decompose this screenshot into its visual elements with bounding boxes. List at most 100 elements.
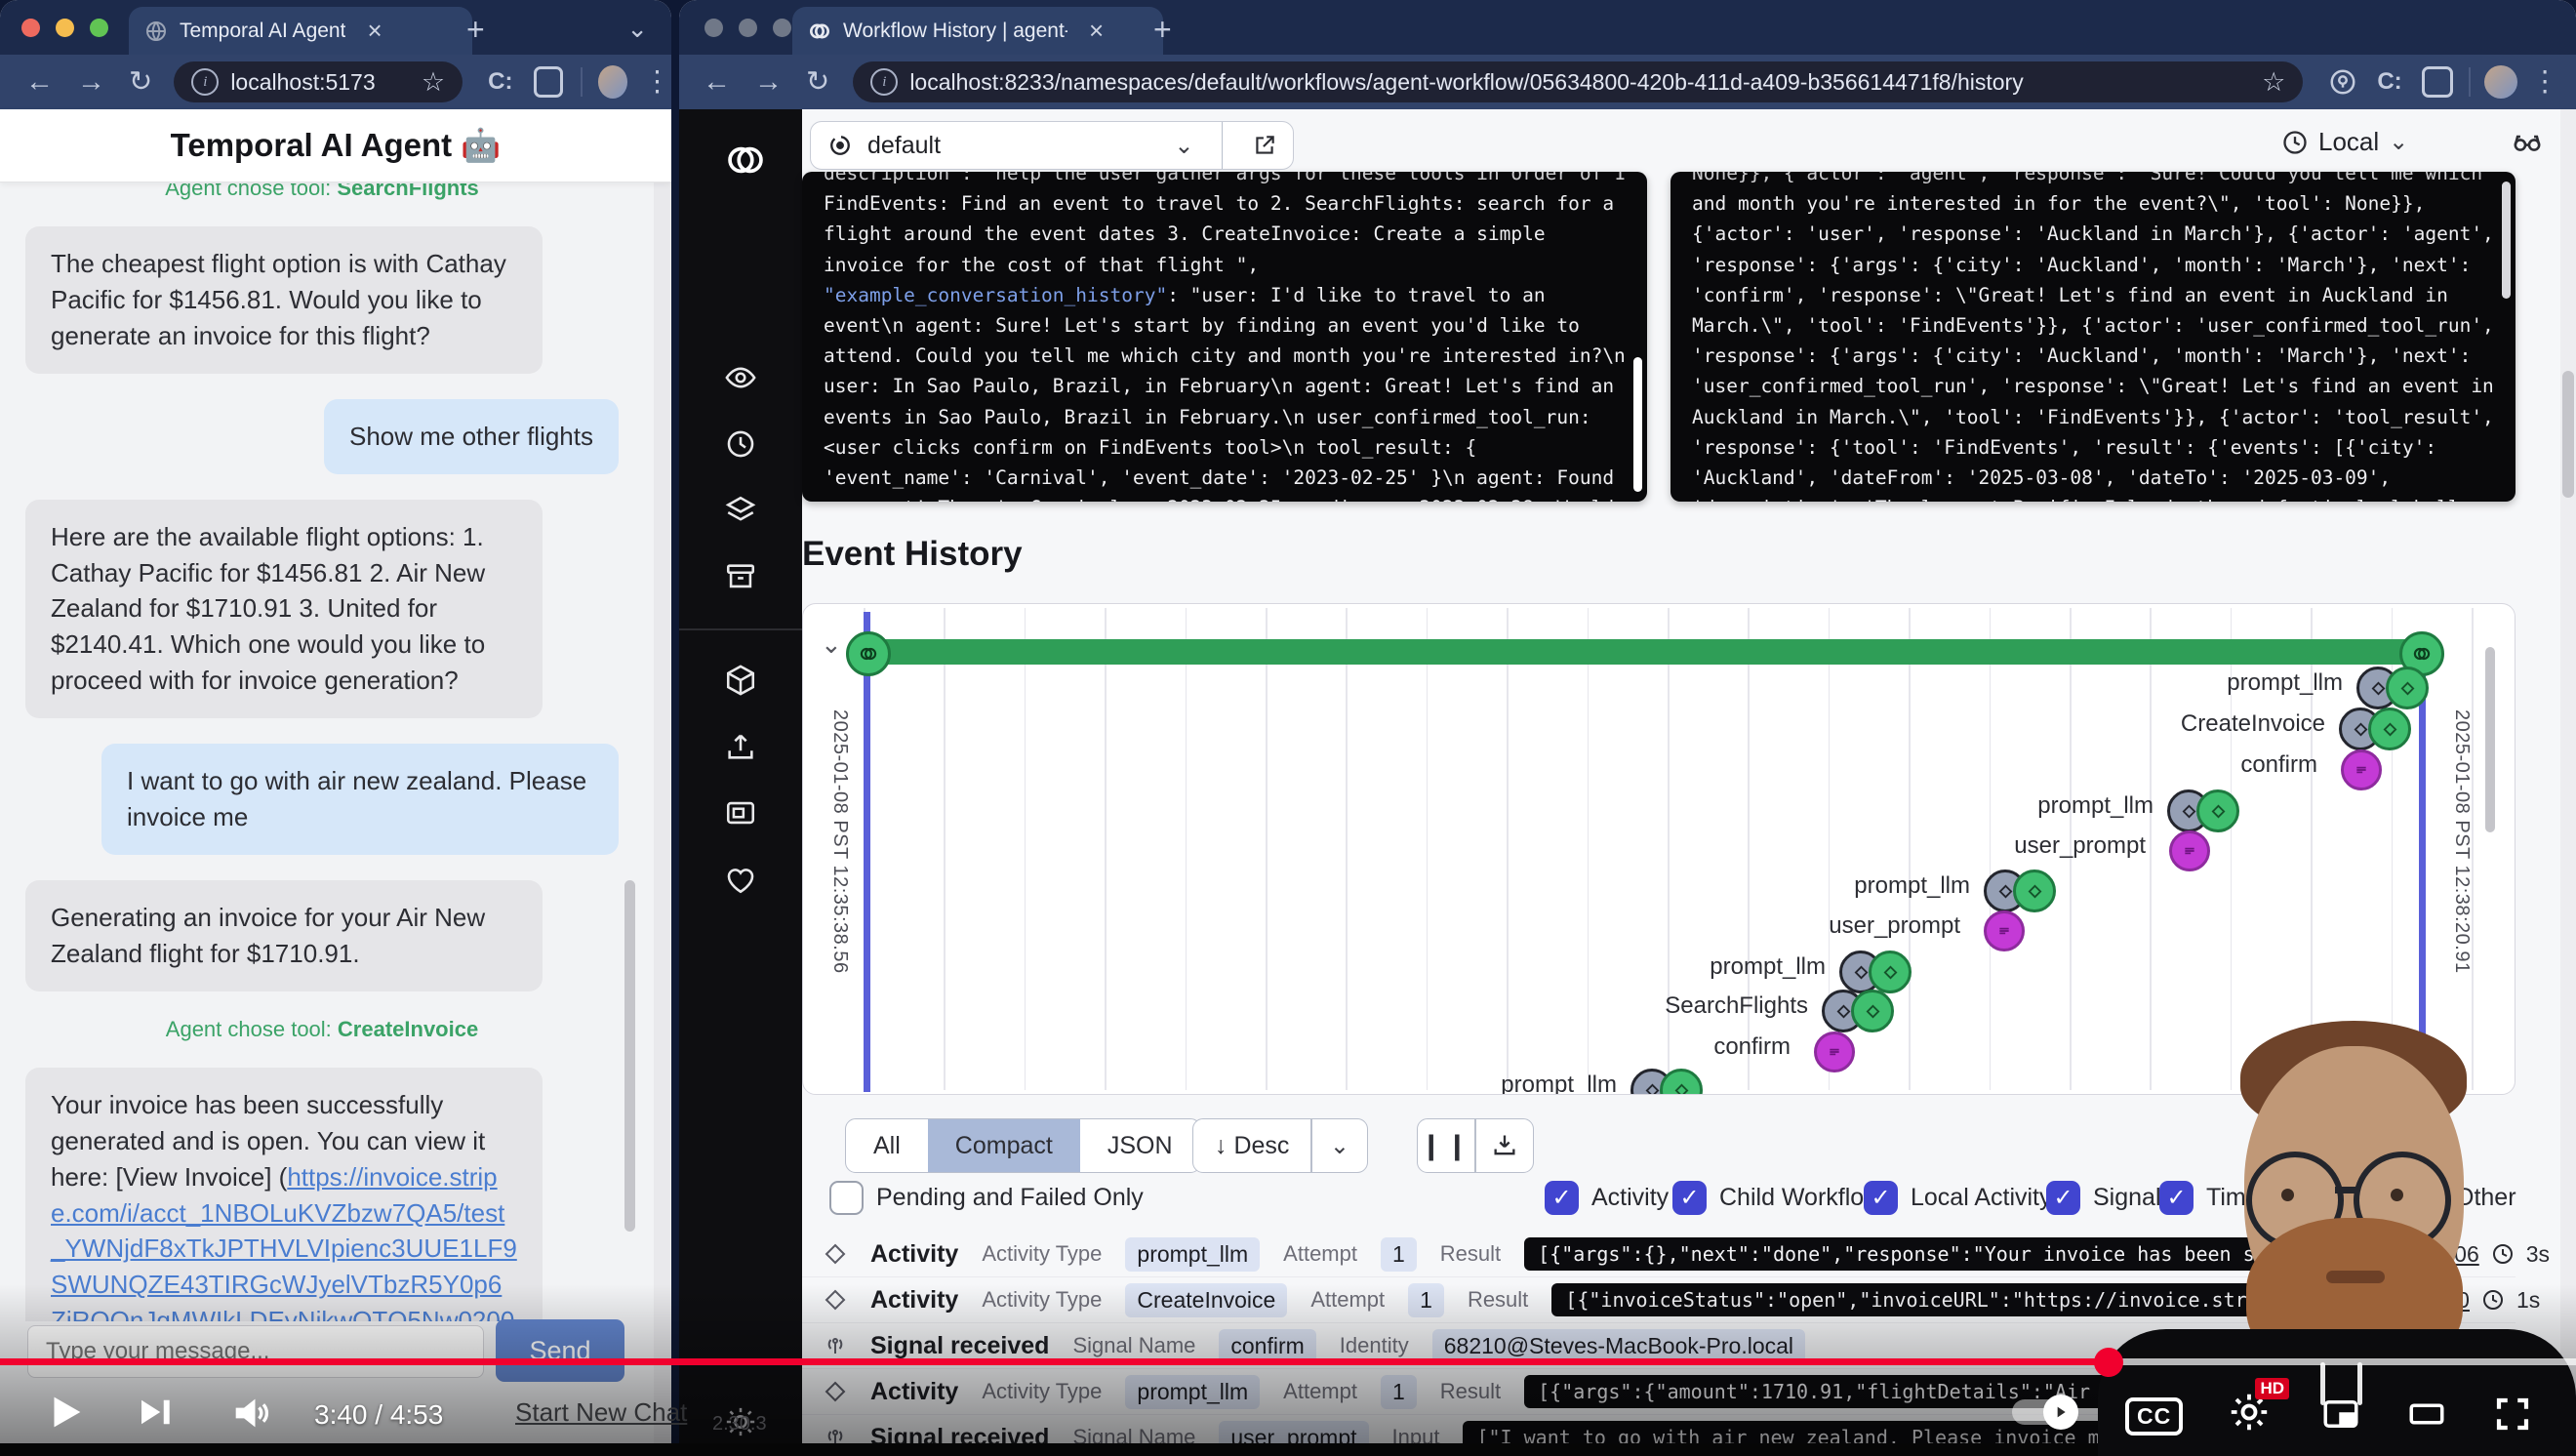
play-button[interactable]	[43, 1390, 88, 1435]
forward-icon[interactable]: →	[77, 68, 105, 97]
browser-tab[interactable]: Temporal AI Agent ×	[129, 7, 472, 55]
activity-completed-marker[interactable]	[2196, 789, 2239, 832]
view-mode-all[interactable]: All	[846, 1119, 928, 1172]
maximize-window-icon[interactable]	[90, 19, 108, 37]
workflow-result-json[interactable]: None}}, {'actor': 'agent', 'response': "…	[1670, 172, 2516, 502]
temporal-logo-icon[interactable]	[724, 139, 767, 182]
signal-marker[interactable]	[2169, 830, 2210, 871]
pending-failed-checkbox[interactable]	[829, 1181, 864, 1215]
field-label: Signal Name	[1072, 1333, 1195, 1358]
theater-mode-button[interactable]	[2406, 1394, 2447, 1435]
minimize-window-icon[interactable]	[56, 19, 74, 37]
reload-icon[interactable]: ↻	[806, 68, 829, 97]
menu-kebab-icon[interactable]: ⋮	[2531, 68, 2559, 97]
maximize-window-icon[interactable]	[773, 19, 791, 37]
right-navbar: ← → ↻ i localhost:8233/namespaces/defaul…	[679, 55, 2576, 109]
scrollbar-thumb[interactable]	[1633, 357, 1642, 492]
extension-c-icon[interactable]: C:	[2377, 70, 2401, 94]
timezone-select[interactable]: Local ⌄	[2281, 127, 2408, 157]
namespace-select[interactable]: default ⌄	[810, 121, 1294, 170]
timeline-scrollbar[interactable]	[2485, 647, 2495, 832]
captions-button[interactable]: CC	[2125, 1397, 2183, 1436]
activity-completed-marker[interactable]	[1851, 990, 1894, 1032]
signal-marker[interactable]	[1814, 1031, 1855, 1072]
activity-completed-marker[interactable]	[2013, 870, 2056, 912]
address-bar[interactable]: i localhost:8233/namespaces/default/work…	[853, 61, 2303, 102]
site-info-icon[interactable]: i	[191, 68, 219, 96]
bookmark-star-icon[interactable]: ☆	[2262, 67, 2285, 98]
sort-order-control[interactable]: ↓ Desc ⌄	[1192, 1118, 1368, 1173]
fullscreen-button[interactable]	[2492, 1394, 2533, 1435]
chevron-down-icon[interactable]: ⌄	[1312, 1132, 1367, 1160]
minimize-window-icon[interactable]	[739, 19, 757, 37]
bookmark-star-icon[interactable]: ☆	[422, 67, 445, 98]
reload-icon[interactable]: ↻	[129, 68, 152, 97]
workflow-span-bar[interactable]	[865, 639, 2435, 665]
tab-close-icon[interactable]: ×	[367, 16, 382, 46]
labs-glasses-icon[interactable]	[2508, 125, 2547, 158]
browser-tab[interactable]: Workflow History | agent-wor ×	[792, 7, 1163, 55]
eye-icon[interactable]	[724, 361, 757, 394]
deployments-cube-icon[interactable]	[724, 664, 757, 697]
clipped-line: None}}, {'actor': 'agent', 'response': "…	[1692, 172, 2494, 188]
close-window-icon[interactable]	[21, 19, 40, 37]
activity-completed-marker[interactable]	[1660, 1069, 1703, 1095]
workflow-input-json[interactable]: description": "help the user gather args…	[802, 172, 1647, 502]
child-workflow-checkbox[interactable]: ✓	[1672, 1181, 1707, 1215]
autoplay-toggle[interactable]	[2012, 1399, 2074, 1425]
progress-scrubber[interactable]	[2094, 1348, 2123, 1377]
start-new-chat-link[interactable]: Start New Chat	[515, 1397, 687, 1428]
window-scroll-track[interactable]	[654, 109, 671, 1456]
upload-icon[interactable]	[724, 730, 757, 763]
activity-completed-marker[interactable]	[1869, 950, 1912, 993]
signal-marker[interactable]	[1984, 910, 2025, 951]
signal-checkbox[interactable]: ✓	[2046, 1181, 2080, 1215]
page-scroll-thumb[interactable]	[2562, 371, 2574, 498]
profile-avatar[interactable]	[2484, 65, 2517, 99]
settings-button[interactable]: HD	[2227, 1390, 2272, 1435]
address-bar[interactable]: i localhost:5173 ☆	[174, 61, 463, 102]
chat-scrollbar[interactable]	[624, 880, 635, 1232]
extensions-icon[interactable]	[534, 66, 562, 98]
traffic-lights[interactable]	[21, 19, 108, 37]
menu-kebab-icon[interactable]: ⋮	[643, 68, 671, 97]
close-window-icon[interactable]	[704, 19, 723, 37]
signal-marker[interactable]	[2341, 749, 2382, 790]
back-icon[interactable]: ←	[703, 68, 731, 97]
next-button[interactable]	[135, 1392, 176, 1433]
activity-completed-marker[interactable]	[2386, 667, 2429, 709]
site-info-icon[interactable]: i	[870, 68, 898, 96]
download-button[interactable]	[1476, 1132, 1533, 1159]
view-mode-compact[interactable]: Compact	[928, 1119, 1080, 1172]
activity-checkbox[interactable]: ✓	[1545, 1181, 1579, 1215]
miniplayer-button[interactable]	[2320, 1394, 2361, 1435]
collapse-chevron-icon[interactable]: ⌄	[821, 629, 842, 660]
scrollbar-thumb[interactable]	[2502, 182, 2511, 299]
archive-icon[interactable]	[724, 560, 757, 593]
forward-icon[interactable]: →	[754, 68, 783, 97]
activity-completed-marker[interactable]	[2368, 708, 2411, 750]
back-icon[interactable]: ←	[25, 68, 54, 97]
timeline-gridline	[1025, 608, 1026, 1090]
view-mode-json[interactable]: JSON	[1080, 1119, 1200, 1172]
tab-close-icon[interactable]: ×	[1089, 16, 1104, 46]
profile-avatar[interactable]	[598, 65, 627, 99]
new-tab-button[interactable]: +	[466, 12, 485, 48]
volume-icon[interactable]	[230, 1392, 273, 1435]
tab-search-chevron-icon[interactable]: ⌄	[626, 14, 648, 44]
new-tab-button[interactable]: +	[1153, 12, 1172, 48]
extensions-icon[interactable]	[2422, 66, 2453, 98]
layers-icon[interactable]	[724, 494, 757, 527]
schedules-clock-icon[interactable]	[724, 427, 757, 461]
window-frame-icon[interactable]	[724, 796, 757, 829]
open-namespace-icon[interactable]	[1236, 133, 1293, 158]
workflow-start-marker[interactable]	[846, 631, 891, 676]
message-input[interactable]	[27, 1325, 484, 1378]
pause-button[interactable]: ❙❙	[1418, 1131, 1474, 1161]
heart-icon[interactable]	[724, 863, 757, 896]
extension-c-icon[interactable]: C:	[488, 70, 512, 94]
send-button[interactable]: Send	[496, 1319, 624, 1382]
traffic-lights-inactive[interactable]	[704, 19, 791, 37]
local-activity-checkbox[interactable]: ✓	[1864, 1181, 1898, 1215]
password-manager-icon[interactable]	[2328, 67, 2357, 97]
